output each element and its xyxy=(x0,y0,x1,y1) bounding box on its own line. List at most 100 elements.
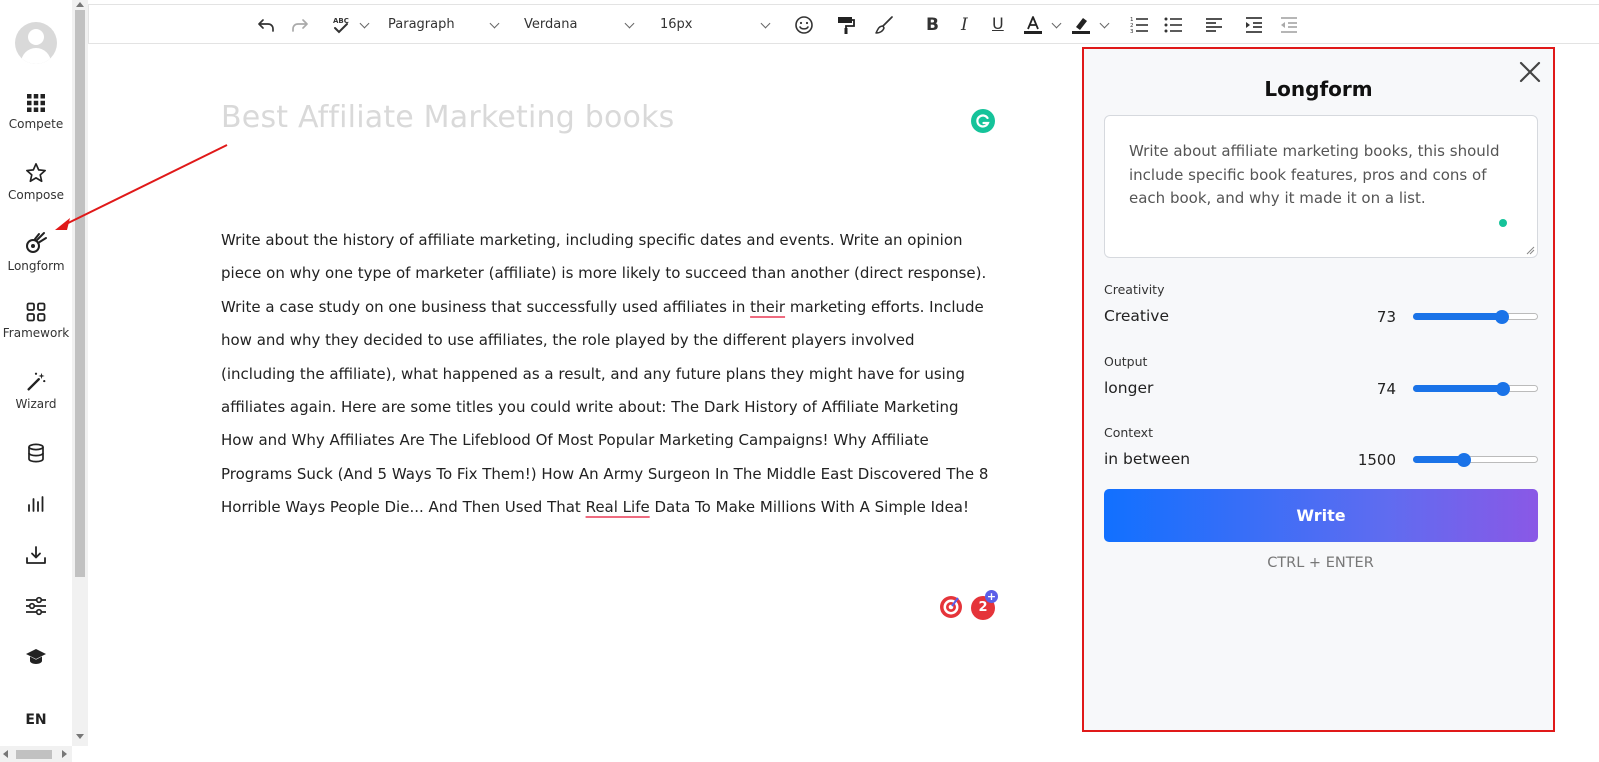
hscrollbar-thumb[interactable] xyxy=(16,750,52,759)
spelling-flag[interactable]: their xyxy=(750,298,785,316)
avatar-body xyxy=(21,48,51,64)
slider-knob[interactable] xyxy=(1457,453,1472,467)
creativity-label: Creativity xyxy=(1104,282,1165,297)
grammarly-status-icon xyxy=(1499,219,1507,227)
write-button[interactable]: Write xyxy=(1104,489,1538,542)
font-size-select[interactable]: 16px xyxy=(660,17,693,32)
sidebar-item-analytics[interactable] xyxy=(0,494,72,514)
creativity-value: Creative xyxy=(1104,307,1169,325)
spellcheck-icon[interactable]: ABC xyxy=(332,15,350,35)
download-icon xyxy=(26,546,46,564)
sidebar-item-database[interactable] xyxy=(0,443,72,463)
chevron-down-icon[interactable] xyxy=(359,18,370,29)
block-format-select[interactable]: Paragraph xyxy=(388,17,455,32)
page-margin xyxy=(1555,47,1599,762)
undo-icon[interactable] xyxy=(256,15,276,35)
scroll-left-icon[interactable] xyxy=(3,750,8,758)
align-left-icon[interactable] xyxy=(1204,15,1224,35)
left-sidebar: Compete Compose Longform Framework Wizar… xyxy=(0,0,72,762)
underline-button[interactable]: U xyxy=(992,14,1004,33)
sidebar-item-longform[interactable]: Longform xyxy=(0,231,72,273)
scroll-right-icon[interactable] xyxy=(62,750,67,758)
database-icon xyxy=(28,443,44,463)
scrollbar-thumb[interactable] xyxy=(75,10,85,577)
resize-handle-icon[interactable] xyxy=(1526,246,1535,255)
highlight-icon[interactable] xyxy=(1071,15,1091,35)
chevron-down-icon[interactable] xyxy=(624,18,635,29)
chevron-down-icon[interactable] xyxy=(760,18,771,29)
grammarly-g-icon xyxy=(976,114,990,128)
format-painter-icon[interactable] xyxy=(836,15,856,35)
document-body[interactable]: Write about the history of affiliate mar… xyxy=(221,224,991,525)
clear-format-icon[interactable] xyxy=(874,15,894,35)
panel-title: Longform xyxy=(1264,77,1373,101)
editor-toolbar: ABC Paragraph Verdana 16px B I U 1 2 3 xyxy=(88,4,1599,44)
bullet-list-icon[interactable] xyxy=(1163,15,1183,35)
sidebar-item-wizard[interactable]: Wizard xyxy=(0,371,72,411)
creativity-slider[interactable] xyxy=(1413,310,1538,324)
sidebar-item-settings[interactable] xyxy=(0,596,72,616)
italic-button[interactable]: I xyxy=(961,15,968,35)
slider-fill xyxy=(1413,313,1502,320)
sidebar-item-label: Longform xyxy=(7,259,65,273)
chevron-down-icon[interactable] xyxy=(489,18,500,29)
bold-button[interactable]: B xyxy=(926,15,939,35)
spelling-flag[interactable]: Real Life xyxy=(586,498,650,516)
output-value: longer xyxy=(1104,379,1154,397)
context-label: Context xyxy=(1104,425,1153,440)
grammarly-icon[interactable] xyxy=(971,109,995,133)
chevron-down-icon[interactable] xyxy=(1051,18,1062,29)
indent-icon[interactable] xyxy=(1244,15,1264,35)
document-title[interactable]: Best Affiliate Marketing books xyxy=(221,100,675,135)
body-text: Data To Make Millions With A Simple Idea… xyxy=(649,498,970,517)
app-root: Compete Compose Longform Framework Wizar… xyxy=(0,0,1599,762)
context-number: 1500 xyxy=(1357,451,1396,469)
output-slider[interactable] xyxy=(1413,382,1538,396)
output-number: 74 xyxy=(1376,380,1396,398)
context-slider[interactable] xyxy=(1413,453,1538,467)
sidebar-item-label: Wizard xyxy=(15,397,57,411)
star-icon xyxy=(26,163,46,183)
slider-fill xyxy=(1413,385,1503,392)
graduation-cap-icon xyxy=(26,649,46,664)
emoji-icon[interactable] xyxy=(794,15,814,35)
goals-target-icon[interactable] xyxy=(939,595,963,619)
sliders-icon xyxy=(26,596,46,616)
redo-icon[interactable] xyxy=(290,15,310,35)
text-color-icon[interactable] xyxy=(1023,15,1043,35)
sidebar-item-label: Framework xyxy=(2,326,70,340)
magic-wand-icon xyxy=(27,372,46,391)
chevron-down-icon[interactable] xyxy=(1099,18,1110,29)
context-value: in between xyxy=(1104,450,1191,468)
bar-chart-icon xyxy=(28,496,44,512)
avatar-head xyxy=(28,29,44,45)
outdent-icon[interactable] xyxy=(1279,15,1299,35)
prompt-input[interactable] xyxy=(1104,115,1538,258)
sidebar-item-compete[interactable]: Compete xyxy=(0,93,72,131)
scroll-down-icon[interactable] xyxy=(76,734,84,739)
scroll-up-icon[interactable] xyxy=(76,2,84,7)
creativity-number: 73 xyxy=(1376,308,1396,326)
avatar[interactable] xyxy=(15,22,57,64)
sidebar-item-download[interactable] xyxy=(0,545,72,565)
grid-icon xyxy=(27,94,45,112)
language-switch[interactable]: EN xyxy=(0,712,72,728)
sidebar-hscrollbar[interactable] xyxy=(0,746,72,762)
output-label: Output xyxy=(1104,354,1148,369)
sidebar-scrollbar[interactable] xyxy=(72,0,88,746)
plus-icon[interactable]: + xyxy=(985,590,998,603)
keyboard-shortcut-hint: CTRL + ENTER xyxy=(1267,555,1374,571)
comet-icon xyxy=(26,232,47,253)
font-family-select[interactable]: Verdana xyxy=(524,17,577,32)
sidebar-item-label: Compete xyxy=(8,117,64,131)
close-icon[interactable] xyxy=(1518,60,1542,84)
sidebar-item-learn[interactable] xyxy=(0,648,72,666)
sidebar-item-framework[interactable]: Framework xyxy=(0,302,72,340)
slider-knob[interactable] xyxy=(1494,310,1509,324)
annotation-arrow-icon xyxy=(55,144,228,230)
slider-knob[interactable] xyxy=(1496,382,1510,396)
framework-icon xyxy=(26,302,46,322)
numbered-list-icon[interactable]: 123 xyxy=(1129,15,1149,35)
longform-panel: Longform Creativity Creative 73 Output l… xyxy=(1082,47,1555,732)
svg-text:3: 3 xyxy=(1130,29,1134,35)
